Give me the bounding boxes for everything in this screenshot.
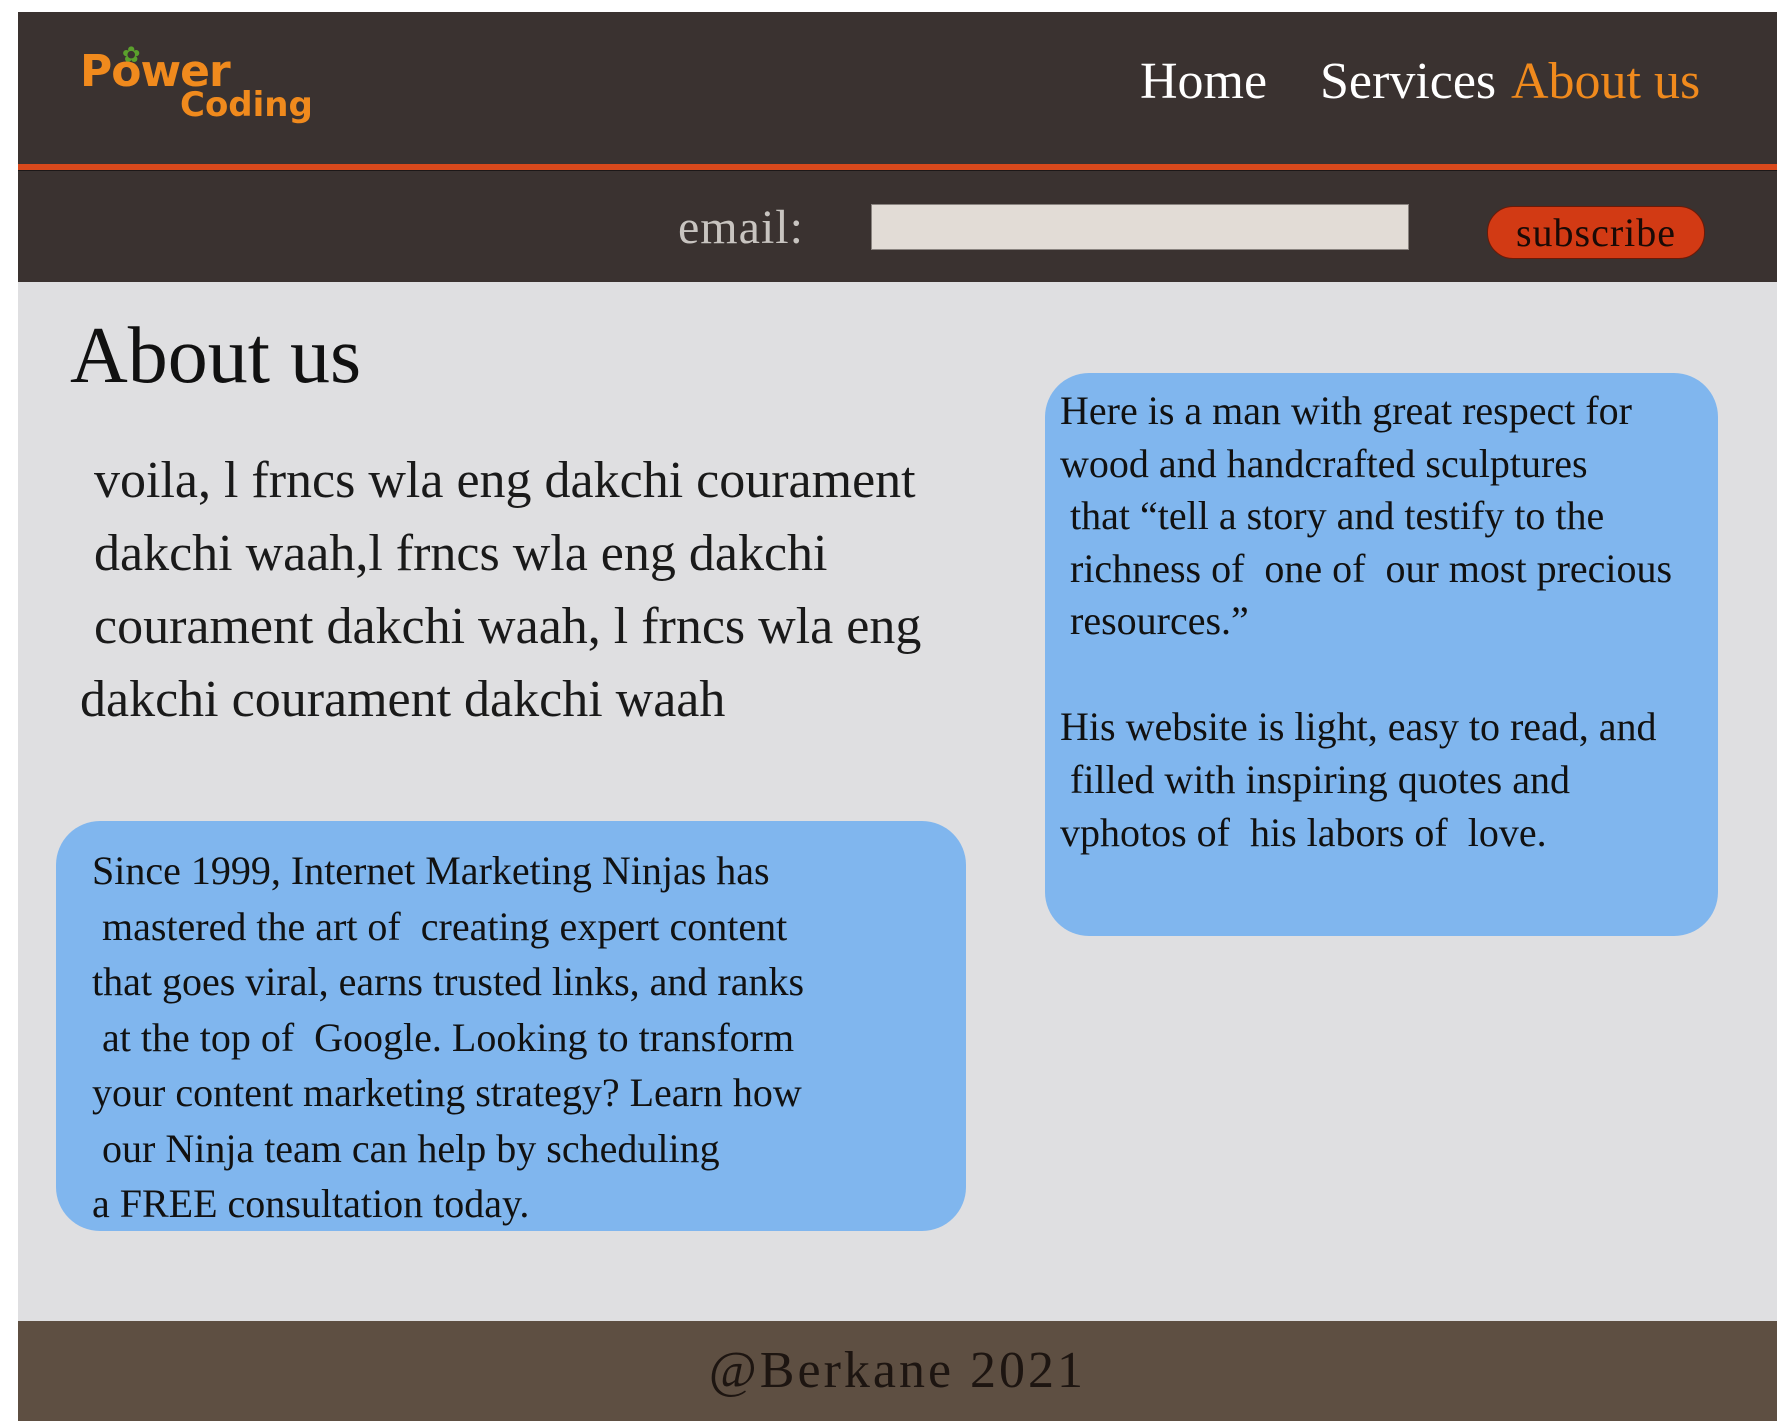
- card-line: His website is light, easy to read, and: [1060, 704, 1657, 749]
- card-line: Here is a man with great respect for: [1060, 388, 1632, 433]
- footer: @Berkane 2021: [18, 1321, 1777, 1421]
- card-line: that goes viral, earns trusted links, an…: [92, 959, 805, 1004]
- nav-home[interactable]: Home: [1140, 56, 1267, 108]
- card-line: Since 1999, Internet Marketing Ninjas ha…: [92, 848, 770, 893]
- email-input[interactable]: [871, 204, 1409, 250]
- card-line: at the top of Google. Looking to transfo…: [102, 1014, 795, 1060]
- card-line: wood and handcrafted sculptures: [1060, 440, 1588, 486]
- subscribe-button[interactable]: subscribe: [1487, 206, 1705, 259]
- card-line: your content marketing strategy? Learn h…: [92, 1070, 802, 1115]
- logo[interactable]: ✿ Power Coding: [80, 42, 313, 140]
- card-line: vphotos of his labors of love.: [1060, 810, 1547, 855]
- footer-copyright: @Berkane 2021: [708, 1342, 1087, 1399]
- card-line: mastered the art of creating expert cont…: [102, 903, 788, 949]
- testimonial-paragraph-1: Here is a man with great respect for woo…: [1060, 385, 1672, 648]
- page-title: About us: [70, 312, 362, 400]
- top-navbar: ✿ Power Coding Home Services About us: [18, 12, 1777, 164]
- card-line: a FREE consultation today.: [92, 1181, 530, 1226]
- intro-line: courament dakchi waah, l frncs wla eng: [94, 598, 922, 655]
- nav-about-us[interactable]: About us: [1511, 56, 1700, 108]
- marketing-card: Since 1999, Internet Marketing Ninjas ha…: [56, 821, 966, 1231]
- marketing-card-text: Since 1999, Internet Marketing Ninjas ha…: [92, 843, 804, 1232]
- card-line: our Ninja team can help by scheduling: [102, 1125, 720, 1171]
- logo-line-2: Coding: [180, 85, 313, 125]
- nav-services[interactable]: Services: [1320, 56, 1496, 108]
- card-line: resources.”: [1070, 598, 1249, 643]
- intro-line: dakchi courament dakchi waah: [80, 671, 726, 728]
- card-line: filled with inspiring quotes and: [1070, 757, 1570, 802]
- testimonial-card: Here is a man with great respect for woo…: [1045, 373, 1718, 936]
- email-label: email:: [678, 201, 804, 254]
- intro-line: dakchi waah,l frncs wla eng dakchi: [94, 525, 828, 582]
- intro-line: voila, l frncs wla eng dakchi courament: [94, 452, 916, 509]
- card-line: richness of one of our most precious: [1070, 545, 1673, 591]
- testimonial-paragraph-2: His website is light, easy to read, and …: [1060, 700, 1657, 859]
- card-line: that “tell a story and testify to the: [1070, 493, 1605, 538]
- intro-text: voila, l frncs wla eng dakchi courament …: [80, 444, 960, 736]
- page-frame: ✿ Power Coding Home Services About us em…: [18, 12, 1777, 1421]
